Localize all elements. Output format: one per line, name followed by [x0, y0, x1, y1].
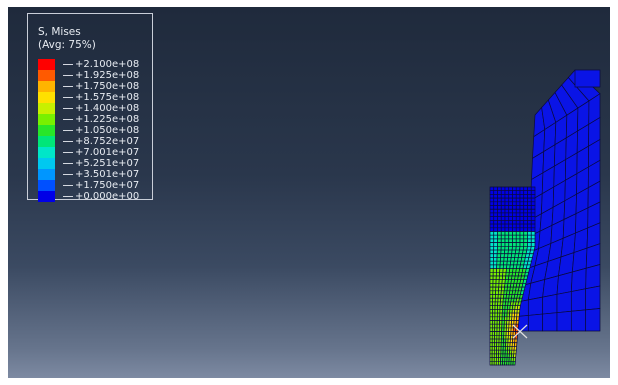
fe-model[interactable]: [8, 7, 610, 378]
viewport[interactable]: S, Mises (Avg: 75%) +2.100e+08 +1.925e+08…: [8, 7, 610, 378]
